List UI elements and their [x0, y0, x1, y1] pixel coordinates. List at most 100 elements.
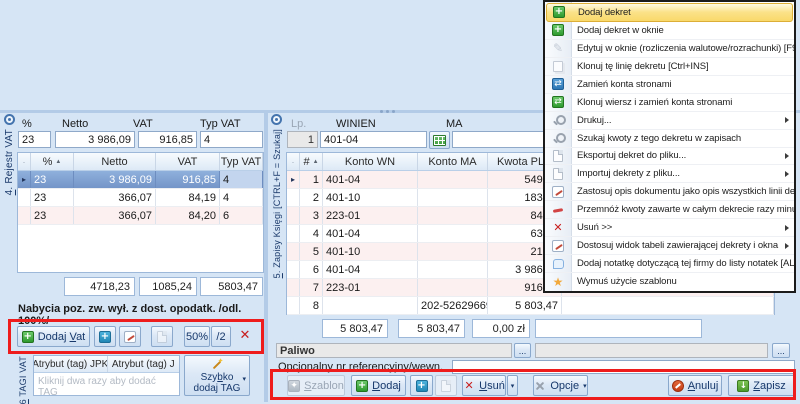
table-cell: 3 986,09 — [74, 171, 156, 188]
winien-summary: 5 803,47 — [322, 319, 388, 338]
menu-item[interactable]: Klonuj tę linię dekretu [Ctrl+INS] — [545, 58, 794, 76]
menu-item-label: Wymuś użycie szablonu — [577, 276, 794, 287]
percent-field[interactable]: 23 — [18, 131, 51, 148]
column-header[interactable]: Netto — [74, 153, 156, 170]
chevron-down-icon: ▾ — [242, 374, 246, 385]
menu-item-label: Zastosuj opis dokumentu jako opis wszyst… — [577, 186, 794, 197]
table-row[interactable]: 23366,0784,194 — [18, 189, 263, 207]
tags-grid[interactable]: Atrybut (tag) JPK Atrybut (tag) J Klikni… — [33, 355, 180, 396]
multiply-minus-icon — [551, 204, 565, 216]
typ-vat-field[interactable]: 4 — [200, 131, 263, 148]
menu-item[interactable]: Dodaj notatkę dotyczącą tej firmy do lis… — [545, 255, 794, 273]
tab-rejestr-vat[interactable]: 4. Rejestr VAT — [4, 129, 15, 195]
table-cell — [418, 243, 488, 260]
menu-item[interactable]: Dodaj dekret w oknie — [545, 22, 794, 40]
menu-item[interactable]: Wymuś użycie szablonu — [545, 273, 794, 290]
clone-icon — [551, 61, 565, 72]
left-panel-tab-strip: 4. Rejestr VAT — [2, 114, 17, 314]
description-browse-button-2[interactable]: ... — [772, 343, 790, 358]
submenu-arrow-icon — [785, 153, 789, 159]
column-header[interactable]: #▲ — [300, 153, 323, 170]
row-indicator: ▸ — [18, 171, 31, 188]
tag-col-2[interactable]: Atrybut (tag) J — [108, 356, 180, 372]
quick-add-tag-label: Szybko dodaj TAG — [187, 372, 247, 394]
table-cell — [323, 297, 418, 314]
row-indicator — [287, 243, 300, 260]
table-cell: 2 — [300, 189, 323, 206]
menu-item[interactable]: Eksportuj dekret do pliku... — [545, 148, 794, 166]
row-indicator — [287, 207, 300, 224]
table-cell: 4 — [220, 189, 263, 206]
table-row[interactable]: ▸233 986,09916,854 — [18, 171, 263, 189]
row-indicator — [18, 189, 31, 206]
account-lookup-icon — [433, 135, 446, 146]
left-toolbar-annotation — [8, 319, 264, 354]
vat-register-grid[interactable]: ·%▲NettoVATTyp VAT▸233 986,09916,8542336… — [17, 152, 264, 273]
description-browse-button[interactable]: ... — [514, 343, 531, 358]
column-header[interactable]: %▲ — [31, 153, 74, 170]
winien-account-field[interactable]: 401-04 — [320, 131, 427, 148]
menu-item-label: Szukaj kwoty z tego dekretu w zapisach — [577, 133, 794, 144]
menu-item[interactable]: Zastosuj opis dokumentu jako opis wszyst… — [545, 183, 794, 201]
tab-tagi-vat[interactable]: 6 TAGI VAT — [18, 356, 28, 404]
splitter-grip[interactable] — [380, 110, 395, 113]
menu-item[interactable]: Dostosuj widok tabeli zawierającej dekre… — [545, 237, 794, 255]
magic-wand-icon — [211, 358, 224, 371]
submenu-arrow-icon — [785, 243, 789, 249]
table-row[interactable]: 23366,0784,206 — [18, 207, 263, 225]
percent-label: % — [22, 118, 32, 130]
account-lookup-button[interactable] — [429, 131, 450, 149]
table-cell: 7 — [300, 279, 323, 296]
column-header[interactable]: Konto WN — [323, 153, 418, 170]
bottom-toolbar-annotation — [270, 369, 796, 400]
tab-zapisy-ksiegi[interactable]: 5. Zapisy Księgi [CTRL+F = Szukaj] — [272, 129, 282, 278]
menu-item[interactable]: Przemnóż kwoty zawarte w całym dekrecie … — [545, 201, 794, 219]
menu-item[interactable]: Szukaj kwoty z tego dekretu w zapisach — [545, 130, 794, 148]
export-icon — [551, 150, 565, 162]
netto-field[interactable]: 3 986,09 — [55, 131, 135, 148]
tag-col-jpk[interactable]: Atrybut (tag) JPK — [34, 356, 108, 372]
menu-item[interactable]: Edytuj w oknie (rozliczenia walutowe/roz… — [545, 40, 794, 58]
table-cell — [418, 225, 488, 242]
brutto-summary: 5803,47 — [200, 277, 263, 296]
table-cell — [418, 171, 488, 188]
menu-item-label: Importuj dekrety z pliku... — [577, 168, 785, 179]
table-cell: 401-10 — [323, 243, 418, 260]
table-cell: 401-04 — [323, 171, 418, 188]
menu-item[interactable]: Drukuj... — [545, 112, 794, 130]
table-cell: 4 — [300, 225, 323, 242]
vat-field[interactable]: 916,85 — [138, 131, 197, 148]
quick-add-tag-button[interactable]: Szybko dodaj TAG ▾ — [184, 355, 250, 396]
column-header[interactable]: Konto MA — [418, 153, 488, 170]
import-icon — [551, 168, 565, 180]
menu-item-label: Dodaj dekret w oknie — [577, 25, 794, 36]
row-indicator — [287, 189, 300, 206]
menu-item[interactable]: Klonuj wiersz i zamień konta stronami — [545, 94, 794, 112]
table-row[interactable]: 8202-52629669245 803,47 — [287, 297, 774, 315]
submenu-arrow-icon — [785, 171, 789, 177]
row-indicator-header[interactable]: · — [18, 153, 31, 170]
menu-item[interactable]: Zamień konta stronami — [545, 76, 794, 94]
pin-icon[interactable] — [271, 114, 282, 125]
column-header[interactable]: Typ VAT — [220, 153, 263, 170]
vat-label: VAT — [133, 118, 153, 130]
vertical-splitter[interactable] — [264, 113, 268, 402]
pin-icon[interactable] — [4, 114, 15, 125]
menu-item-label: Przemnóż kwoty zawarte w całym dekrecie … — [577, 204, 794, 215]
row-indicator-header[interactable]: · — [287, 153, 300, 170]
menu-item[interactable]: Usuń >> — [545, 219, 794, 237]
description-field-2[interactable] — [535, 343, 768, 358]
menu-item[interactable]: Dodaj dekret — [546, 3, 793, 22]
table-cell: 23 — [31, 207, 74, 224]
table-cell: 6 — [220, 207, 263, 224]
table-cell: 84,19 — [156, 189, 220, 206]
menu-item[interactable]: Importuj dekrety z pliku... — [545, 165, 794, 183]
description-field[interactable]: Paliwo — [276, 343, 512, 358]
column-header[interactable]: VAT — [156, 153, 220, 170]
table-cell — [562, 297, 774, 314]
search-icon — [551, 132, 565, 145]
add-window-icon — [551, 24, 565, 36]
menu-item-label: Zamień konta stronami — [577, 79, 794, 90]
table-cell: 1 — [300, 171, 323, 188]
print-icon — [551, 114, 565, 127]
